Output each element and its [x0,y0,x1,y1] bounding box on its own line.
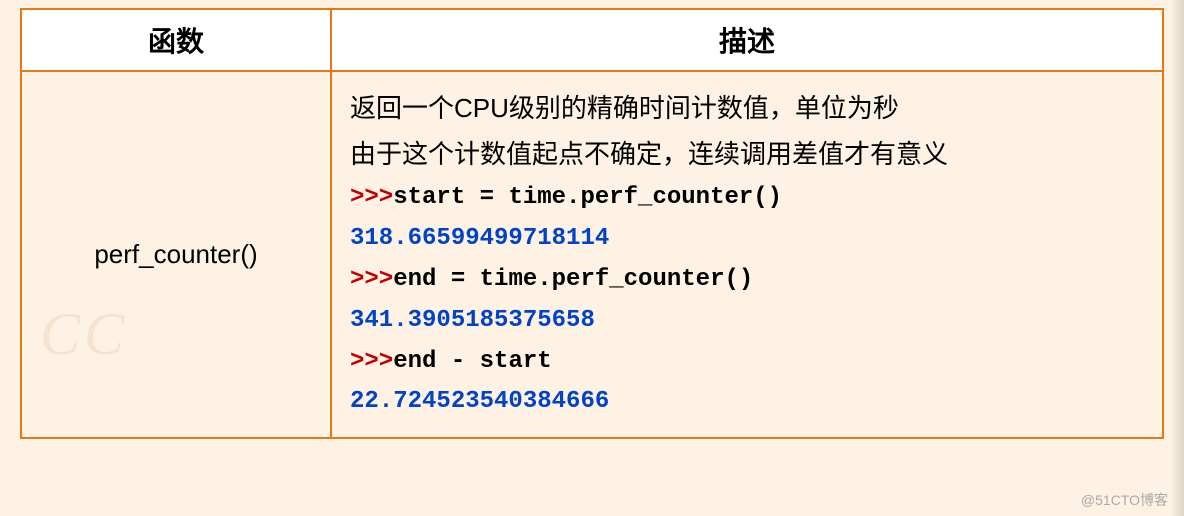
code-line-1: >>>start = time.perf_counter() [350,178,1144,219]
function-description-table: 函数 描述 perf_counter() 返回一个CPU级别的精确时间计数值，单… [20,8,1164,439]
code-line-2: >>>end = time.perf_counter() [350,260,1144,301]
right-edge-shadow [1170,0,1184,516]
code-output-3: 22.724523540384666 [350,382,1144,423]
code-output-1: 318.66599499718114 [350,219,1144,260]
repl-prompt: >>> [350,266,393,293]
desc-line-2: 由于这个计数值起点不确定，连续调用差值才有意义 [350,132,1144,176]
code-line-3: >>>end - start [350,342,1144,383]
table-row: perf_counter() 返回一个CPU级别的精确时间计数值，单位为秒 由于… [21,71,1163,438]
repl-prompt: >>> [350,184,393,211]
header-function: 函数 [21,9,331,71]
cell-description: 返回一个CPU级别的精确时间计数值，单位为秒 由于这个计数值起点不确定，连续调用… [331,71,1163,438]
code-statement: start = time.perf_counter() [393,184,782,211]
code-output-2: 341.3905185375658 [350,301,1144,342]
table-header-row: 函数 描述 [21,9,1163,71]
desc-line-1: 返回一个CPU级别的精确时间计数值，单位为秒 [350,86,1144,130]
code-statement: end = time.perf_counter() [393,266,753,293]
repl-prompt: >>> [350,348,393,375]
footer-attribution: @51CTO博客 [1081,490,1168,510]
code-statement: end - start [393,348,551,375]
cell-function-name: perf_counter() [21,71,331,438]
header-description: 描述 [331,9,1163,71]
